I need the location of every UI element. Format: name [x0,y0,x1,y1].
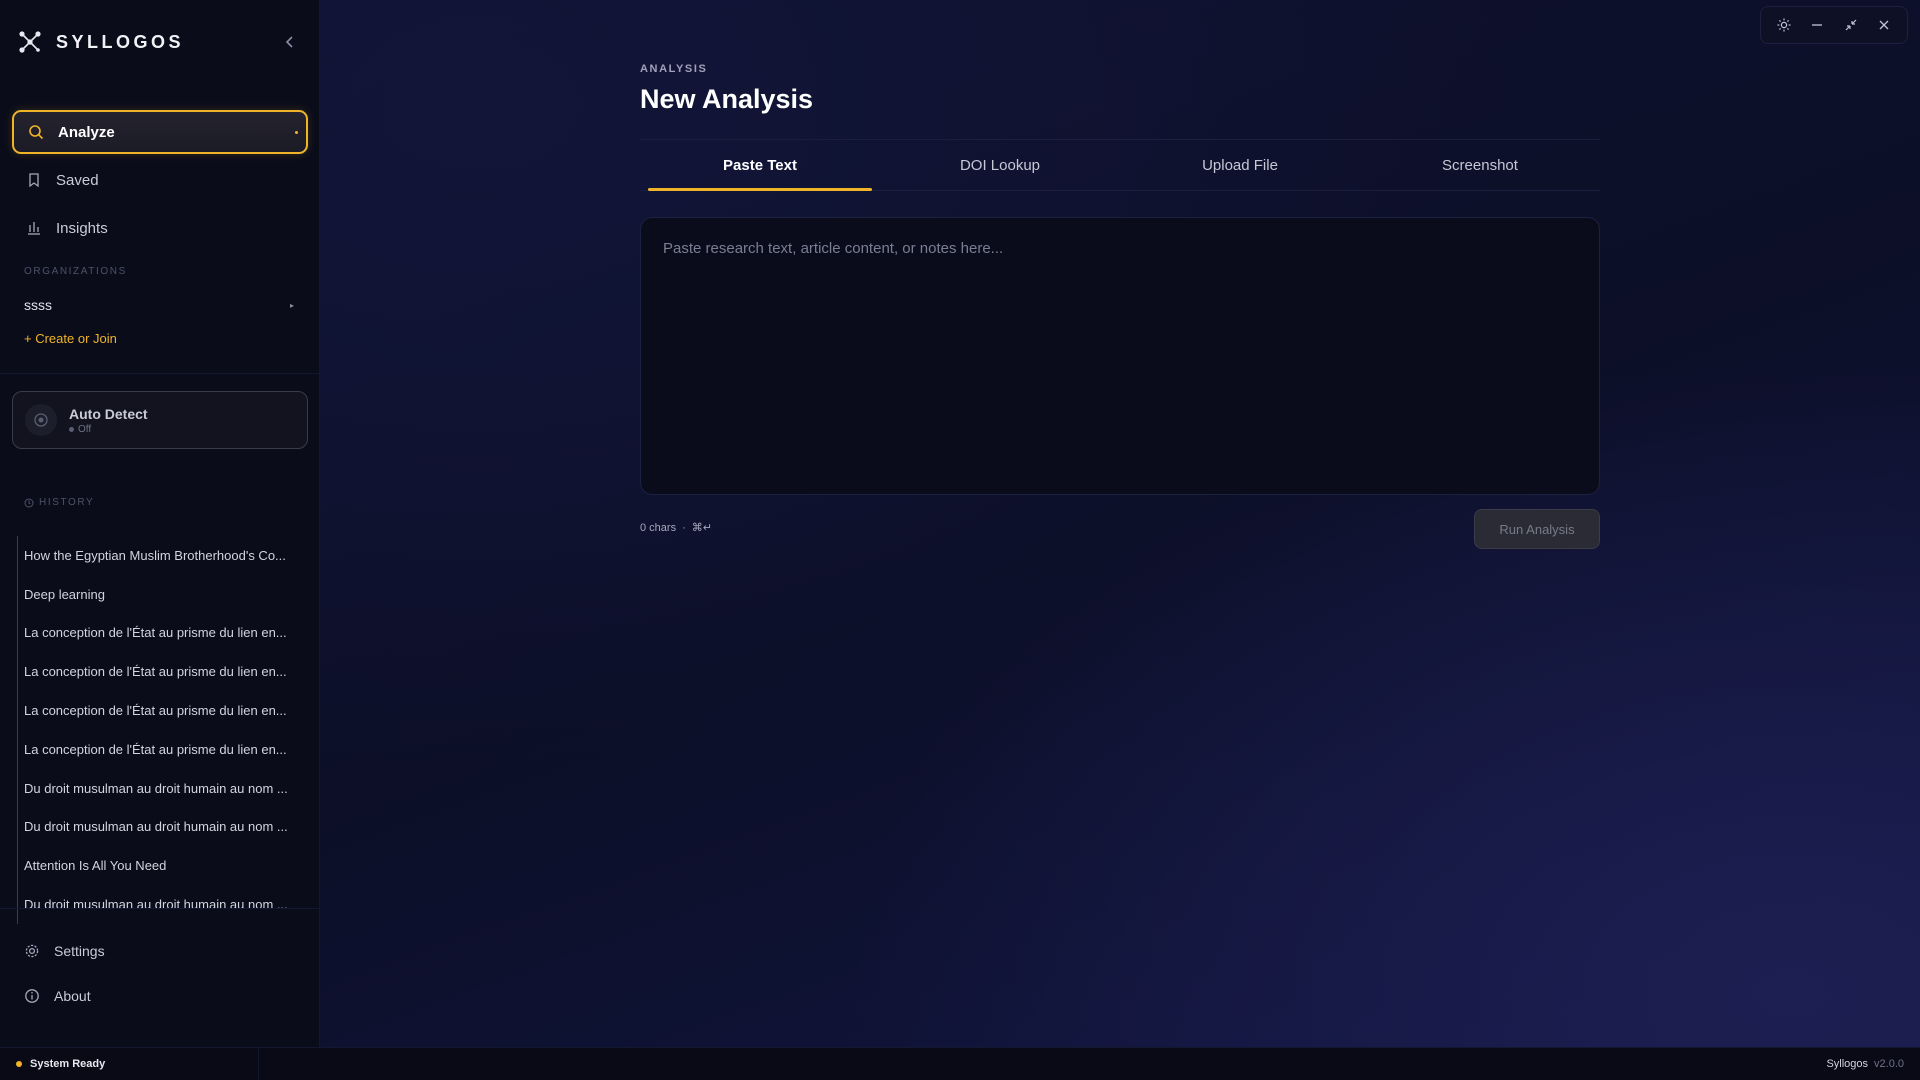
sidebar: SYLLOGOS Analyze Saved Insights ORGANIZA… [0,0,320,1047]
theme-toggle-button[interactable] [1773,14,1795,36]
status-dot-icon [16,1061,22,1067]
restore-button[interactable] [1840,14,1862,36]
history-item-label: La conception de l'État au prisme du lie… [24,625,287,641]
tab-paste-text[interactable]: Paste Text [640,140,880,191]
collapse-arrows-icon [1845,19,1857,31]
history-list: How the Egyptian Muslim Brotherhood's Co… [17,536,307,924]
close-icon [1879,20,1889,30]
sun-icon [1777,18,1791,32]
history-item-label: La conception de l'État au prisme du lie… [24,741,287,757]
history-item-label: La conception de l'État au prisme du lie… [24,703,287,719]
auto-detect-toggle[interactable]: Auto Detect Off [12,391,308,449]
nav-settings-label: Settings [54,943,105,959]
tab-doi-lookup[interactable]: DOI Lookup [880,140,1120,190]
status-app-name: Syllogos [1826,1058,1869,1070]
auto-detect-title: Auto Detect [69,405,148,422]
input-mode-tabs: Paste Text DOI Lookup Upload File Screen… [640,139,1600,191]
minimize-icon [1812,24,1823,26]
history-label-text: HISTORY [39,497,95,508]
brand: SYLLOGOS [18,28,184,56]
nav-settings[interactable]: Settings [24,940,224,962]
system-status-text: System Ready [30,1058,106,1070]
bar-chart-icon [28,222,40,235]
run-analysis-button[interactable]: Run Analysis [1474,509,1600,549]
status-bar: System Ready Syllogos v2.0.0 [0,1047,1920,1080]
history-item[interactable]: How the Egyptian Muslim Brotherhood's Co… [17,536,307,575]
sidebar-divider [0,373,320,374]
history-item[interactable]: Du droit musulman au droit humain au nom… [17,885,307,924]
app-version: v2.0.0 [1874,1058,1904,1070]
sidebar-divider [0,908,320,909]
org-name: ssss [24,297,52,313]
nav-saved[interactable]: Saved [12,158,308,202]
chevron-left-icon [285,36,293,48]
analysis-text-input[interactable] [641,218,1599,494]
active-indicator-dot [295,131,298,134]
nav-analyze-label: Analyze [58,123,115,141]
char-count: 0 chars [640,521,677,534]
history-item-label: Du droit musulman au droit humain au nom… [24,780,288,796]
meta-separator: · [682,521,686,534]
status-dot-icon [69,426,74,432]
history-item[interactable]: Du droit musulman au droit humain au nom… [17,768,307,808]
system-status: System Ready [0,1048,259,1080]
history-item[interactable]: Attention Is All You Need [17,846,307,886]
close-button[interactable] [1873,14,1895,36]
bookmark-icon [29,173,39,188]
nav-insights-label: Insights [56,219,108,237]
history-item-label: How the Egyptian Muslim Brotherhood's Co… [24,547,286,563]
history-item-label: Du droit musulman au droit humain au nom… [24,897,288,913]
nav-about-label: About [54,988,91,1004]
nav-analyze[interactable]: Analyze [12,110,308,154]
app-name: SYLLOGOS [56,31,185,52]
history-item-label: Attention Is All You Need [24,858,167,874]
create-or-join-link[interactable]: + Create or Join [24,331,117,346]
analysis-input-container [640,217,1600,495]
clock-icon [24,498,34,507]
history-item[interactable]: Du droit musulman au droit humain au nom… [17,807,307,847]
history-item-label: La conception de l'État au prisme du lie… [24,664,287,680]
caret-right-icon: ▸ [289,300,294,310]
history-item[interactable]: La conception de l'État au prisme du lie… [17,613,307,653]
organizations-label: ORGANIZATIONS [24,266,127,277]
info-icon [25,989,39,1003]
section-eyebrow: ANALYSIS [640,63,708,75]
auto-detect-status-label: Off [78,423,92,435]
nav-about[interactable]: About [24,985,224,1007]
tab-screenshot[interactable]: Screenshot [1360,140,1600,190]
history-item[interactable]: La conception de l'État au prisme du lie… [17,652,307,692]
window-controls [1760,6,1908,44]
app-version-info: Syllogos v2.0.0 [1826,1058,1904,1070]
syllogos-logo-icon [19,31,41,53]
nav-saved-label: Saved [56,171,99,189]
org-item[interactable]: ssss ▸ [24,295,294,315]
target-icon [25,404,57,436]
history-item[interactable]: Deep learning [17,574,307,614]
history-label: HISTORY [24,497,94,508]
history-item[interactable]: La conception de l'État au prisme du lie… [17,691,307,730]
page-title: New Analysis [640,84,814,114]
collapse-sidebar-button[interactable] [280,32,300,52]
nav-insights[interactable]: Insights [12,206,308,250]
input-meta: 0 chars · ⌘↵ [640,521,712,535]
history-item-label: Du droit musulman au droit humain au nom… [24,819,288,835]
submit-shortcut-hint: ⌘↵ [691,522,712,534]
minimize-button[interactable] [1806,14,1828,36]
tab-upload-file[interactable]: Upload File [1120,140,1360,190]
search-icon [29,125,44,140]
main-content: ANALYSIS New Analysis Paste Text DOI Loo… [320,0,1920,1047]
history-item[interactable]: La conception de l'État au prisme du lie… [17,729,307,769]
gear-icon [25,944,39,958]
history-item-label: Deep learning [24,586,105,602]
auto-detect-status: Off [69,424,148,435]
